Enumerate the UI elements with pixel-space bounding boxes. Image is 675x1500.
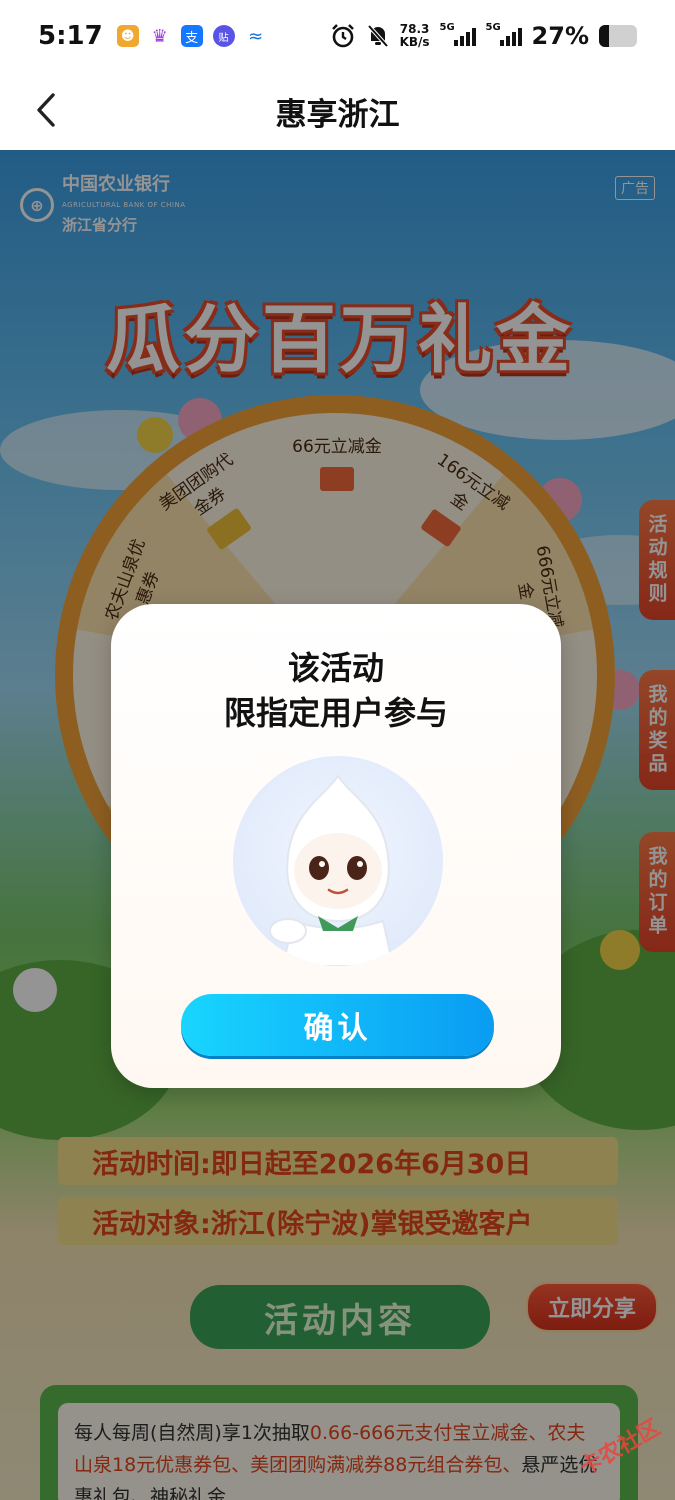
dialog-title: 该活动 限指定用户参与 (111, 646, 561, 736)
crown-icon: ♛ (151, 25, 168, 47)
net-speed-unit: KB/s (399, 35, 430, 49)
mute-bell-icon (367, 24, 389, 48)
battery-fill (599, 25, 610, 47)
status-bar: 5:17 ☻ ♛ 支 贴 ≈ 78.3 KB/s 5G 5G 27% (0, 0, 675, 72)
signal-1-label: 5G (439, 22, 455, 33)
mascot-avatar (233, 756, 443, 966)
signal-2-icon: 5G (486, 22, 522, 46)
restriction-dialog: 该活动 限指定用户参与 确认 (111, 604, 561, 1088)
signal-2-label: 5G (485, 22, 501, 33)
alipay-icon: 支 (180, 25, 203, 47)
mascot-character-icon (269, 774, 395, 966)
chevron-left-icon (37, 93, 55, 127)
net-speed: 78.3 KB/s (400, 23, 430, 49)
confirm-button[interactable]: 确认 (181, 994, 494, 1056)
status-time: 5:17 (38, 21, 103, 51)
bird-icon: ≈ (248, 25, 264, 47)
dialog-title-line-2: 限指定用户参与 (223, 694, 448, 732)
tieba-icon: 贴 (212, 25, 235, 47)
page-title: 惠享浙江 (275, 96, 400, 133)
back-button[interactable] (24, 88, 68, 132)
alarm-icon (331, 24, 354, 48)
nav-bar: 惠享浙江 (0, 72, 675, 150)
status-right: 78.3 KB/s 5G 5G 27% (330, 22, 637, 50)
signal-1-icon: 5G (440, 22, 476, 46)
game-app-icon: ☻ (116, 25, 139, 47)
dialog-title-line-1: 该活动 (287, 649, 384, 687)
battery-percent: 27% (531, 22, 589, 50)
battery-icon (599, 25, 637, 47)
notification-icons: ☻ ♛ 支 贴 ≈ (116, 25, 267, 47)
